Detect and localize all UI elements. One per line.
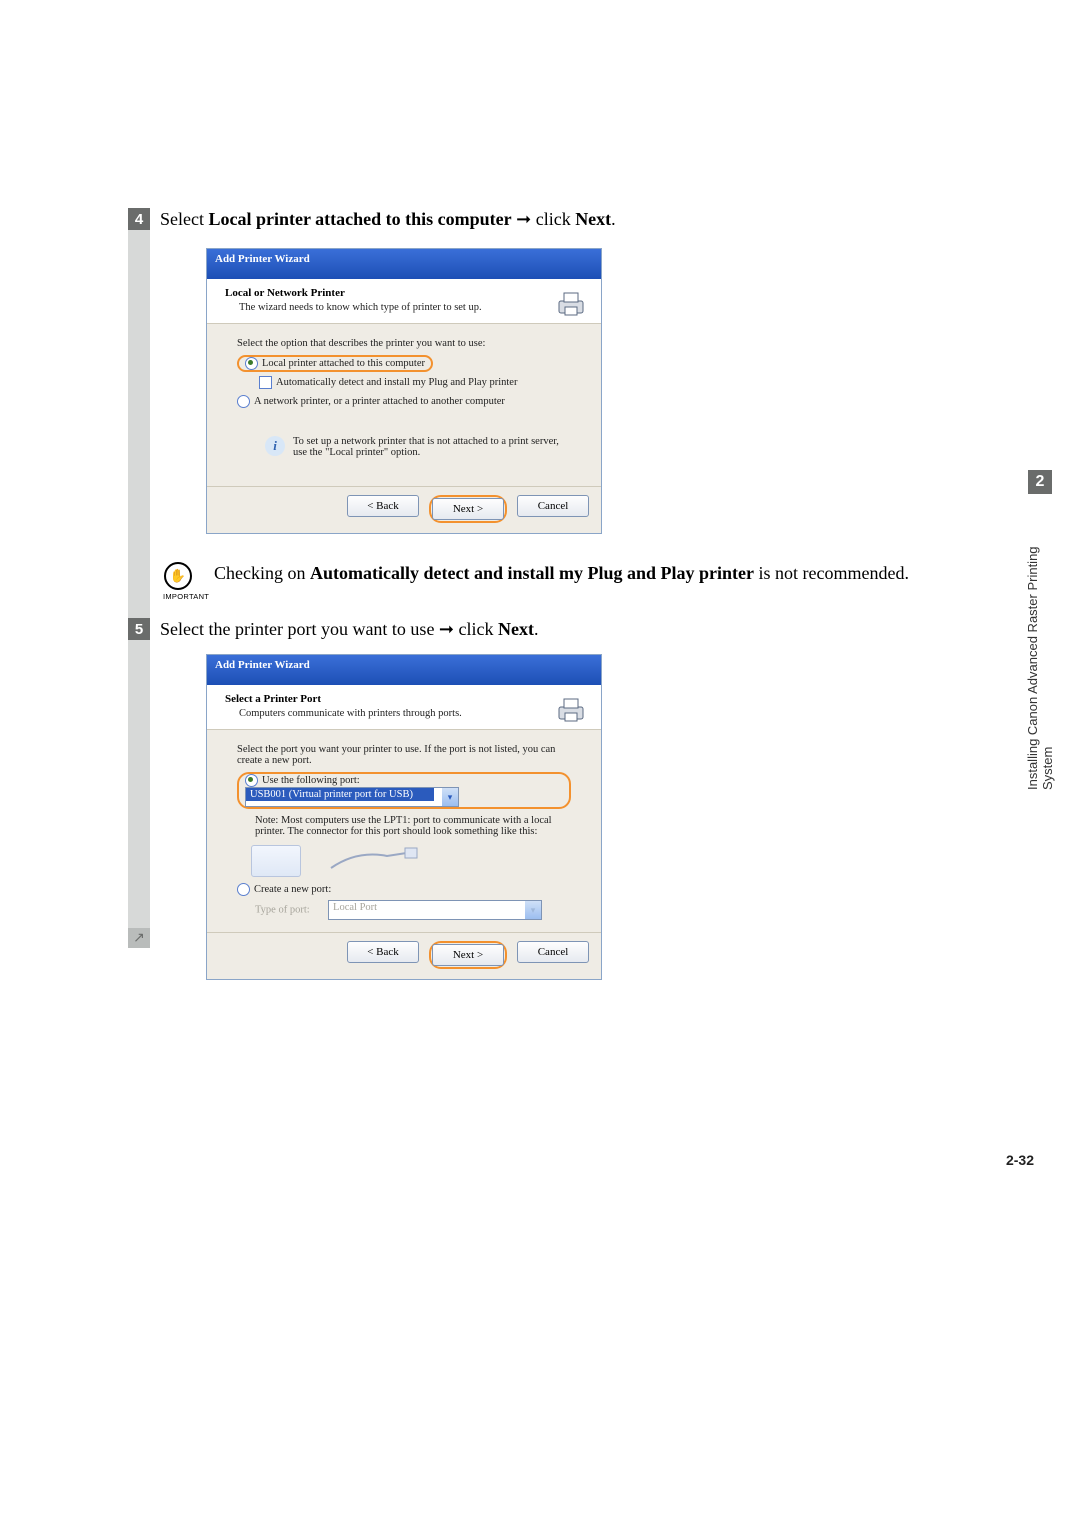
checkbox-auto-label: Automatically detect and install my Plug… bbox=[276, 377, 517, 388]
step4-pre: Select bbox=[160, 209, 208, 229]
chevron-down-icon: ▾ bbox=[525, 901, 541, 919]
back-button[interactable]: < Back bbox=[347, 941, 419, 963]
highlight-use-port: Use the following port: USB001 (Virtual … bbox=[237, 772, 571, 809]
wizard2-screenshot: Add Printer Wizard Select a Printer Port… bbox=[206, 654, 602, 980]
printer-icon bbox=[555, 287, 587, 319]
printer-icon bbox=[555, 693, 587, 725]
next-button[interactable]: Next > bbox=[432, 498, 504, 520]
cancel-button[interactable]: Cancel bbox=[517, 941, 589, 963]
hand-stop-icon: ✋ bbox=[164, 562, 192, 590]
step4-mid: ➞ click bbox=[512, 209, 576, 229]
step5-pre: Select the printer port you want to use … bbox=[160, 619, 498, 639]
cancel-button[interactable]: Cancel bbox=[517, 495, 589, 517]
next-button[interactable]: Next > bbox=[432, 944, 504, 966]
step4-tail: . bbox=[611, 209, 616, 229]
highlight-next: Next > bbox=[429, 941, 507, 969]
chapter-title-vertical: Installing Canon Advanced Raster Printin… bbox=[1031, 500, 1049, 790]
procedure-rail: ↗ bbox=[128, 208, 150, 948]
wizard1-prompt: Select the option that describes the pri… bbox=[237, 338, 571, 349]
wizard2-title: Add Printer Wizard bbox=[207, 655, 601, 685]
radio-network-label: A network printer, or a printer attached… bbox=[254, 396, 505, 407]
wizard1-heading: Local or Network Printer bbox=[225, 287, 583, 299]
radio-local-label: Local printer attached to this computer bbox=[262, 358, 425, 369]
wizard2-note: Note: Most computers use the LPT1: port … bbox=[255, 815, 571, 837]
port-dropdown[interactable]: USB001 (Virtual printer port for USB) ▾ bbox=[245, 787, 459, 807]
wizard2-buttons: < Back Next > Cancel bbox=[207, 932, 601, 979]
radio-use-port-label: Use the following port: bbox=[262, 775, 360, 786]
chapter-tab: 2 bbox=[1028, 470, 1052, 494]
wizard1-subheading: The wizard needs to know which type of p… bbox=[239, 302, 583, 313]
wizard1-info: i To set up a network printer that is no… bbox=[265, 436, 571, 458]
page: ↗ 4 Select Local printer attached to thi… bbox=[0, 0, 1080, 1528]
wizard2-subheading: Computers communicate with printers thro… bbox=[239, 708, 583, 719]
radio-create-port-label: Create a new port: bbox=[254, 884, 331, 895]
connector-illustration bbox=[251, 845, 571, 877]
wizard1-buttons: < Back Next > Cancel bbox=[207, 486, 601, 533]
highlight-next: Next > bbox=[429, 495, 507, 523]
page-number: 2-32 bbox=[1006, 1152, 1034, 1168]
radio-use-port[interactable] bbox=[245, 774, 258, 787]
wizard1-header: Local or Network Printer The wizard need… bbox=[207, 279, 601, 324]
radio-network-printer[interactable] bbox=[237, 395, 250, 408]
step4-next: Next bbox=[575, 209, 611, 229]
important-label: IMPORTANT bbox=[163, 592, 193, 601]
wizard2-heading: Select a Printer Port bbox=[225, 693, 583, 705]
wizard1-screenshot: Add Printer Wizard Local or Network Prin… bbox=[206, 248, 602, 534]
back-button[interactable]: < Back bbox=[347, 495, 419, 517]
important-post: is not recommended. bbox=[754, 563, 909, 583]
step-number-5: 5 bbox=[128, 618, 150, 640]
goto-arrow-icon[interactable]: ↗ bbox=[128, 928, 150, 948]
printer-graphic bbox=[251, 845, 301, 877]
wizard2-body: Select the port you want your printer to… bbox=[207, 730, 601, 932]
important-pre: Checking on bbox=[214, 563, 310, 583]
wizard2-prompt: Select the port you want your printer to… bbox=[237, 744, 571, 766]
cable-graphic bbox=[327, 846, 419, 876]
step-4-text: Select Local printer attached to this co… bbox=[160, 208, 930, 230]
wizard1-title: Add Printer Wizard bbox=[207, 249, 601, 279]
step4-arg: Local printer attached to this computer bbox=[208, 209, 511, 229]
step5-bold: Next bbox=[498, 619, 534, 639]
step5-tail: . bbox=[534, 619, 539, 639]
port-type-value: Local Port bbox=[329, 901, 517, 914]
important-text: Checking on Automatically detect and ins… bbox=[214, 562, 910, 584]
important-bold: Automatically detect and install my Plug… bbox=[310, 563, 754, 583]
radio-local-printer[interactable] bbox=[245, 357, 258, 370]
port-dropdown-value: USB001 (Virtual printer port for USB) bbox=[246, 788, 434, 801]
wizard1-info-text: To set up a network printer that is not … bbox=[293, 436, 563, 458]
port-type-dropdown: Local Port ▾ bbox=[328, 900, 542, 920]
radio-create-port[interactable] bbox=[237, 883, 250, 896]
wizard1-body: Select the option that describes the pri… bbox=[207, 324, 601, 486]
info-icon: i bbox=[265, 436, 285, 456]
step-number-4: 4 bbox=[128, 208, 150, 230]
chevron-down-icon: ▾ bbox=[442, 788, 458, 806]
port-type-label: Type of port: bbox=[255, 904, 310, 915]
highlight-local-option: Local printer attached to this computer bbox=[237, 355, 433, 372]
step-5-text: Select the printer port you want to use … bbox=[160, 618, 930, 640]
wizard2-header: Select a Printer Port Computers communic… bbox=[207, 685, 601, 730]
important-icon: ✋ IMPORTANT bbox=[163, 562, 193, 601]
checkbox-auto-detect[interactable] bbox=[259, 376, 272, 389]
